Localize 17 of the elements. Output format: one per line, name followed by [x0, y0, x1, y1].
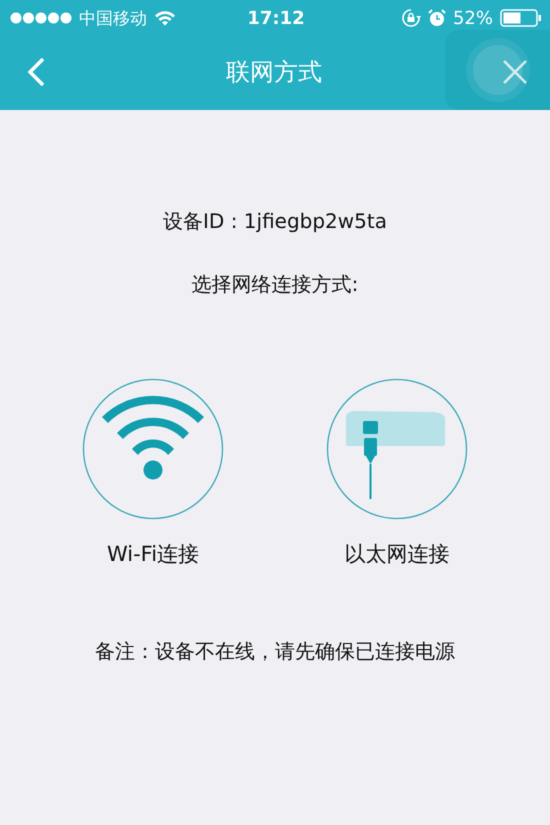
wifi-icon: [154, 10, 176, 26]
carrier-name: 中国移动: [79, 8, 147, 30]
signal-icon: [10, 12, 72, 24]
prompt-text: 选择网络连接方式:: [192, 271, 358, 298]
device-id-text: 设备ID : 1jfiegbp2w5ta: [163, 208, 387, 235]
back-button[interactable]: [26, 56, 46, 88]
note-text: 备注：设备不在线，请先确保已连接电源: [95, 638, 455, 665]
battery-percent: 52%: [452, 8, 493, 28]
nav-title: 联网方式: [226, 57, 322, 88]
wifi-icon: [102, 396, 204, 480]
rotation-lock-icon: [400, 8, 421, 28]
alarm-icon: [428, 9, 446, 27]
status-time: 17:12: [247, 8, 305, 28]
assistive-touch-button[interactable]: [445, 30, 550, 110]
close-button[interactable]: [502, 59, 528, 85]
battery-icon: [500, 9, 542, 27]
ethernet-cable-icon: [346, 411, 445, 499]
